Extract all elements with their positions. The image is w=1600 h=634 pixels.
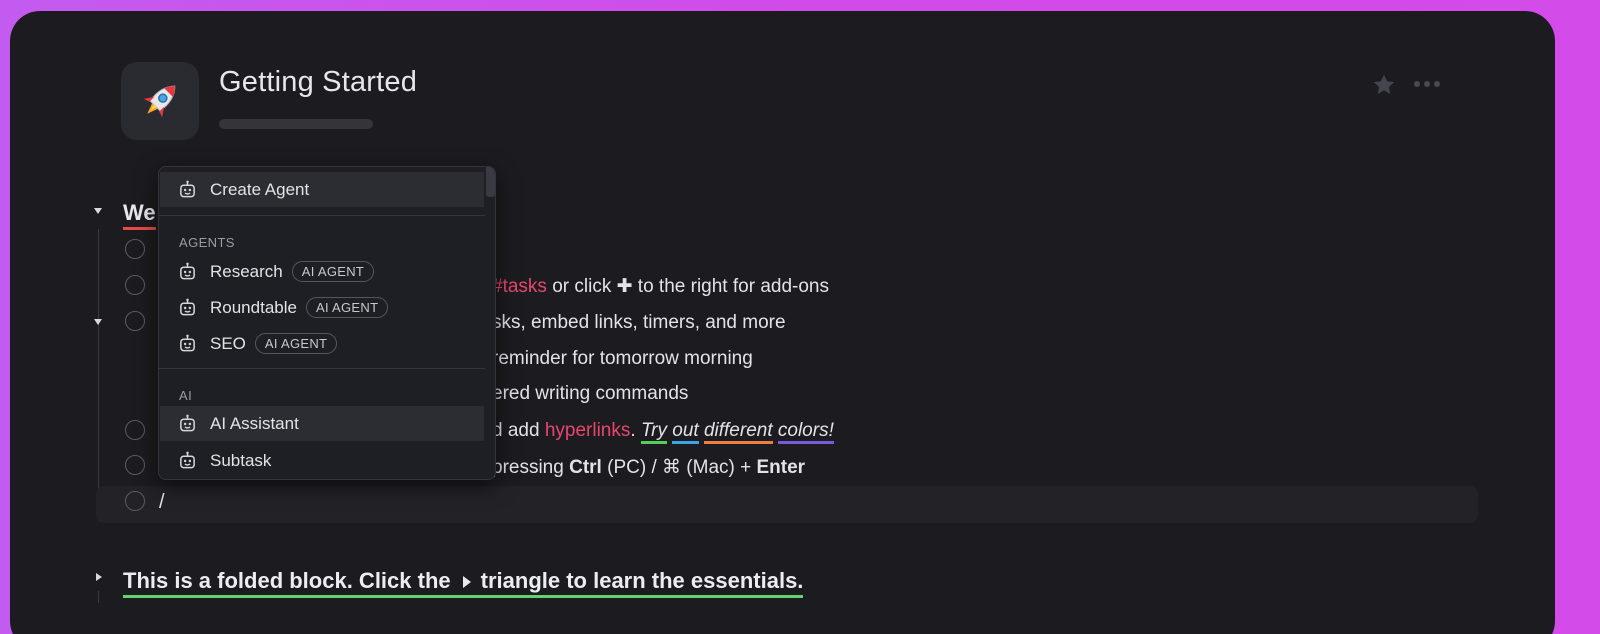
colored-text-green: Try xyxy=(640,420,667,444)
ai-agent-badge: AI AGENT xyxy=(305,297,389,318)
rocket-icon[interactable] xyxy=(121,62,199,140)
ctrl-key-text: Ctrl xyxy=(569,457,602,478)
menu-item-ai-assistant[interactable]: AI Assistant xyxy=(160,406,484,441)
task-line-4[interactable]: ered writing commands xyxy=(492,383,688,405)
line-text: pressing xyxy=(492,457,570,478)
ai-agent-badge: AI AGENT xyxy=(254,333,338,354)
menu-item-label: Research xyxy=(210,261,283,281)
robot-icon xyxy=(180,334,195,352)
menu-item-label: Roundtable xyxy=(210,297,297,317)
robot-icon xyxy=(180,262,195,280)
folded-text: triangle to learn the essentials. xyxy=(480,568,804,593)
menu-divider xyxy=(159,215,485,216)
menu-divider xyxy=(159,368,485,369)
block-guide-line xyxy=(98,591,99,603)
slash-command-input[interactable]: / xyxy=(159,491,165,514)
title-placeholder-bar xyxy=(219,119,373,129)
task-checkbox[interactable] xyxy=(125,275,145,295)
menu-item-research[interactable]: Research AI AGENT xyxy=(160,254,484,289)
menu-item-label: SEO xyxy=(210,333,246,353)
menu-scrollbar[interactable] xyxy=(486,167,495,197)
line-text: (PC) / ⌘ (Mac) + xyxy=(601,457,757,478)
triangle-icon xyxy=(462,576,471,589)
task-line-6[interactable]: pressing Ctrl (PC) / ⌘ (Mac) + Enter xyxy=(492,456,805,479)
line-text: . xyxy=(630,420,641,441)
colored-text-purple: colors! xyxy=(777,420,834,444)
folded-block-heading[interactable]: This is a folded block. Click the triangl… xyxy=(123,567,804,598)
block-guide-line xyxy=(98,229,99,521)
menu-item-seo[interactable]: SEO AI AGENT xyxy=(160,326,484,361)
ai-agent-badge: AI AGENT xyxy=(291,261,375,282)
expand-block-arrow-icon[interactable] xyxy=(96,573,102,581)
page-title[interactable]: Getting Started xyxy=(219,66,417,99)
task-checkbox[interactable] xyxy=(125,491,145,511)
menu-item-subtask[interactable]: Subtask xyxy=(160,443,484,478)
line-text: or click xyxy=(546,276,617,297)
active-input-row[interactable] xyxy=(96,486,1478,523)
menu-item-create-agent[interactable]: Create Agent xyxy=(160,172,484,207)
robot-icon xyxy=(180,180,195,198)
task-line-2[interactable]: sks, embed links, timers, and more xyxy=(492,312,786,334)
line-text: d add xyxy=(492,420,545,441)
task-line-1[interactable]: #tasks or click ✚ to the right for add-o… xyxy=(492,275,829,298)
task-line-3[interactable]: reminder for tomorrow morning xyxy=(492,348,753,370)
menu-item-label: AI Assistant xyxy=(210,413,299,433)
collapse-block-arrow-icon[interactable] xyxy=(94,208,102,214)
task-checkbox[interactable] xyxy=(125,311,145,331)
colored-text-orange: different xyxy=(703,420,773,444)
menu-section-ai: AI xyxy=(179,388,193,403)
menu-item-label: Subtask xyxy=(210,450,272,470)
task-checkbox[interactable] xyxy=(125,455,145,475)
app-window: Getting Started We #tasks or click ✚ to … xyxy=(10,11,1555,634)
plus-icon: ✚ xyxy=(616,276,633,297)
block-heading[interactable]: We xyxy=(123,199,156,230)
task-checkbox[interactable] xyxy=(125,239,145,259)
menu-item-roundtable[interactable]: Roundtable AI AGENT xyxy=(160,290,484,325)
robot-icon xyxy=(180,451,195,469)
slash-command-menu: Create Agent AGENTS Research AI AGENT Ro… xyxy=(158,166,496,480)
tasks-tag-link[interactable]: #tasks xyxy=(492,276,547,297)
robot-icon xyxy=(180,414,195,432)
menu-section-agents: AGENTS xyxy=(179,235,235,250)
more-horizontal-icon[interactable] xyxy=(1414,81,1440,87)
task-line-5[interactable]: d add hyperlinks. Try out different colo… xyxy=(492,420,834,444)
collapse-subblock-arrow-icon[interactable] xyxy=(94,319,102,325)
line-text: to the right for add-ons xyxy=(632,276,829,297)
enter-key-text: Enter xyxy=(756,457,806,478)
hyperlinks-link[interactable]: hyperlinks xyxy=(545,420,631,441)
task-checkbox[interactable] xyxy=(125,420,145,440)
star-icon[interactable] xyxy=(1371,72,1397,103)
robot-icon xyxy=(180,298,195,316)
colored-text-blue: out xyxy=(672,420,699,444)
menu-item-label: Create Agent xyxy=(210,179,310,199)
folded-text: This is a folded block. Click the xyxy=(123,568,451,593)
